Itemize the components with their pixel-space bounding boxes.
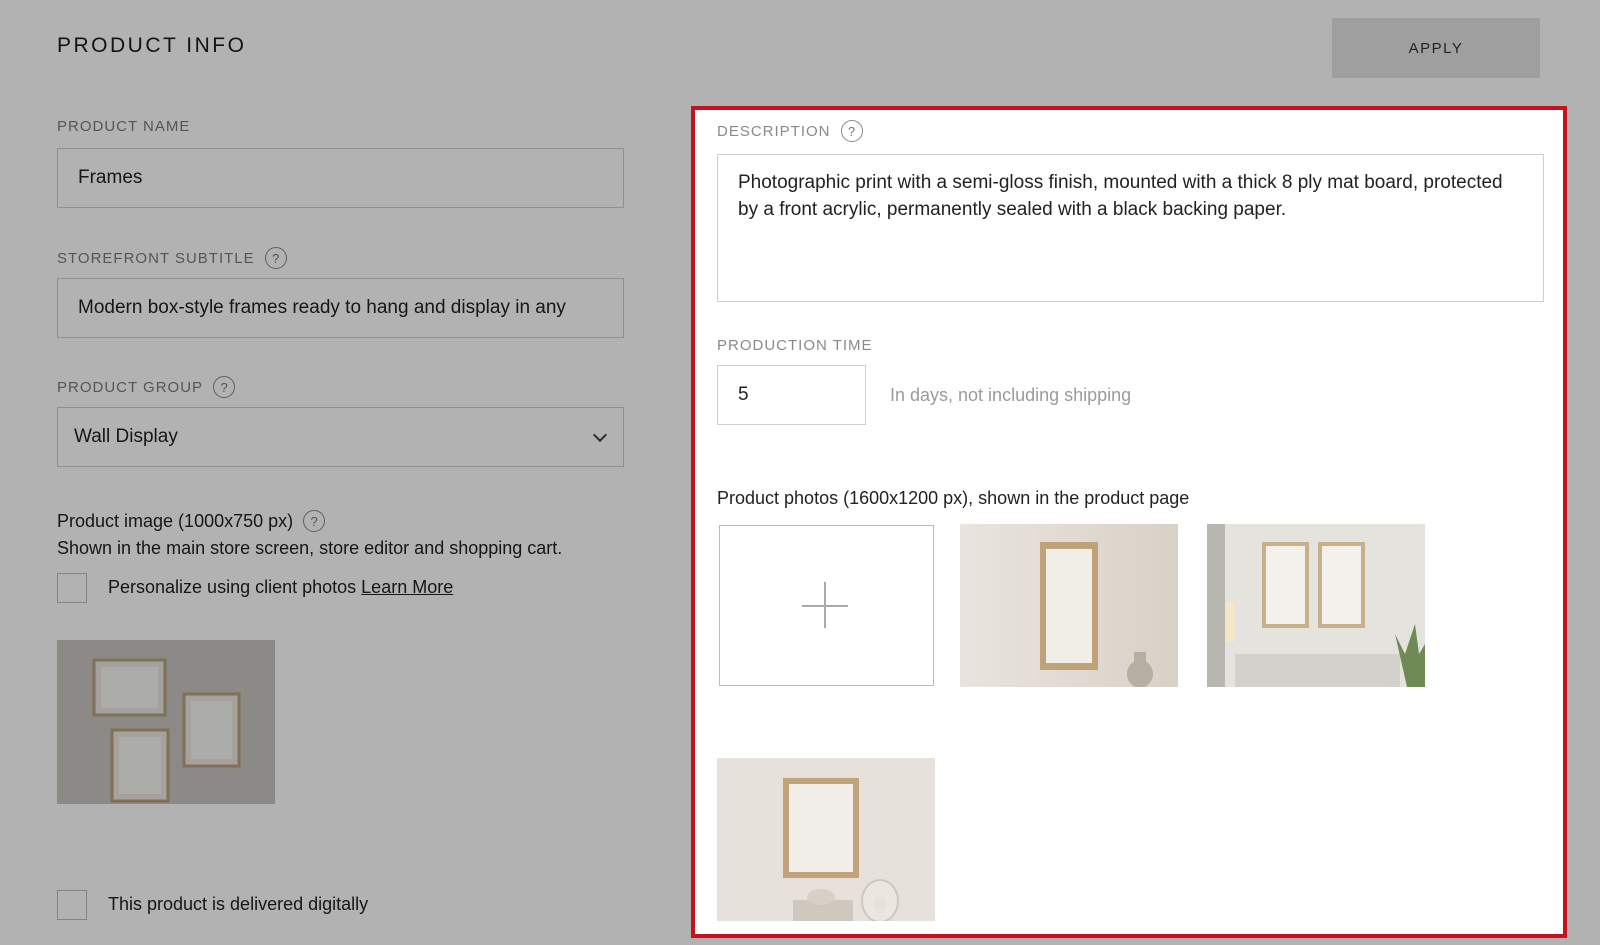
help-icon[interactable]: ? [303,510,326,532]
plus-icon-vertical [824,582,826,628]
production-time-hint: In days, not including shipping [890,385,1132,405]
personalize-label: Personalize using client photos Learn Mo… [108,577,453,598]
page-title: PRODUCT INFO [57,34,247,57]
product-image-title-text: Product image (1000x750 px) [57,510,294,531]
product-name-value: Frames [78,167,143,188]
digital-delivery-label: This product is delivered digitally [108,894,369,914]
description-label: DESCRIPTION ? [717,120,863,142]
storefront-subtitle-label: STOREFRONT SUBTITLE ? [57,247,287,269]
production-time-label: PRODUCTION TIME [717,337,873,354]
help-icon[interactable]: ? [264,247,287,269]
product-group-label-text: PRODUCT GROUP [57,378,204,396]
product-group-select[interactable]: Wall Display [57,407,624,467]
learn-more-link[interactable]: Learn More [361,577,453,597]
product-name-label: PRODUCT NAME [57,118,190,135]
storefront-subtitle-input[interactable]: Modern box-style frames ready to hang an… [57,278,624,338]
help-icon[interactable]: ? [213,376,236,398]
frame-vase-image [960,524,1178,687]
product-name-input[interactable]: Frames [57,148,624,208]
help-icon[interactable]: ? [840,120,863,142]
description-panel: DESCRIPTION ? Photographic print with a … [691,106,1567,938]
product-main-image[interactable] [57,640,275,804]
production-time-input[interactable]: 5 [717,365,866,425]
product-photos-title: Product photos (1600x1200 px), shown in … [717,488,1190,508]
description-label-text: DESCRIPTION [717,122,831,140]
description-textarea[interactable]: Photographic print with a semi-gloss fin… [717,154,1544,302]
product-photo-3[interactable] [717,758,935,921]
add-photo-button[interactable] [719,525,934,686]
product-photo-2[interactable] [1207,524,1425,687]
production-time-value: 5 [738,384,749,405]
personalize-label-text: Personalize using client photos [108,577,357,597]
frame-shelf-vases-image [717,758,935,921]
product-image-subtitle: Shown in the main store screen, store ed… [57,538,563,558]
product-photo-1[interactable] [960,524,1178,687]
storefront-subtitle-label-text: STOREFRONT SUBTITLE [57,249,255,267]
digital-delivery-checkbox[interactable] [57,890,87,920]
personalize-checkbox[interactable] [57,573,87,603]
chevron-down-icon [592,427,608,443]
frames-wall-image [57,640,275,804]
product-name-label-text: PRODUCT NAME [57,118,191,135]
product-group-selected-value: Wall Display [74,426,178,447]
product-group-label: PRODUCT GROUP ? [57,376,236,398]
production-time-label-text: PRODUCTION TIME [717,337,873,354]
apply-button[interactable]: APPLY [1332,18,1540,78]
product-image-title: Product image (1000x750 px) ? [57,510,326,532]
storefront-subtitle-value: Modern box-style frames ready to hang an… [78,297,566,318]
living-room-frames-image [1207,524,1425,687]
